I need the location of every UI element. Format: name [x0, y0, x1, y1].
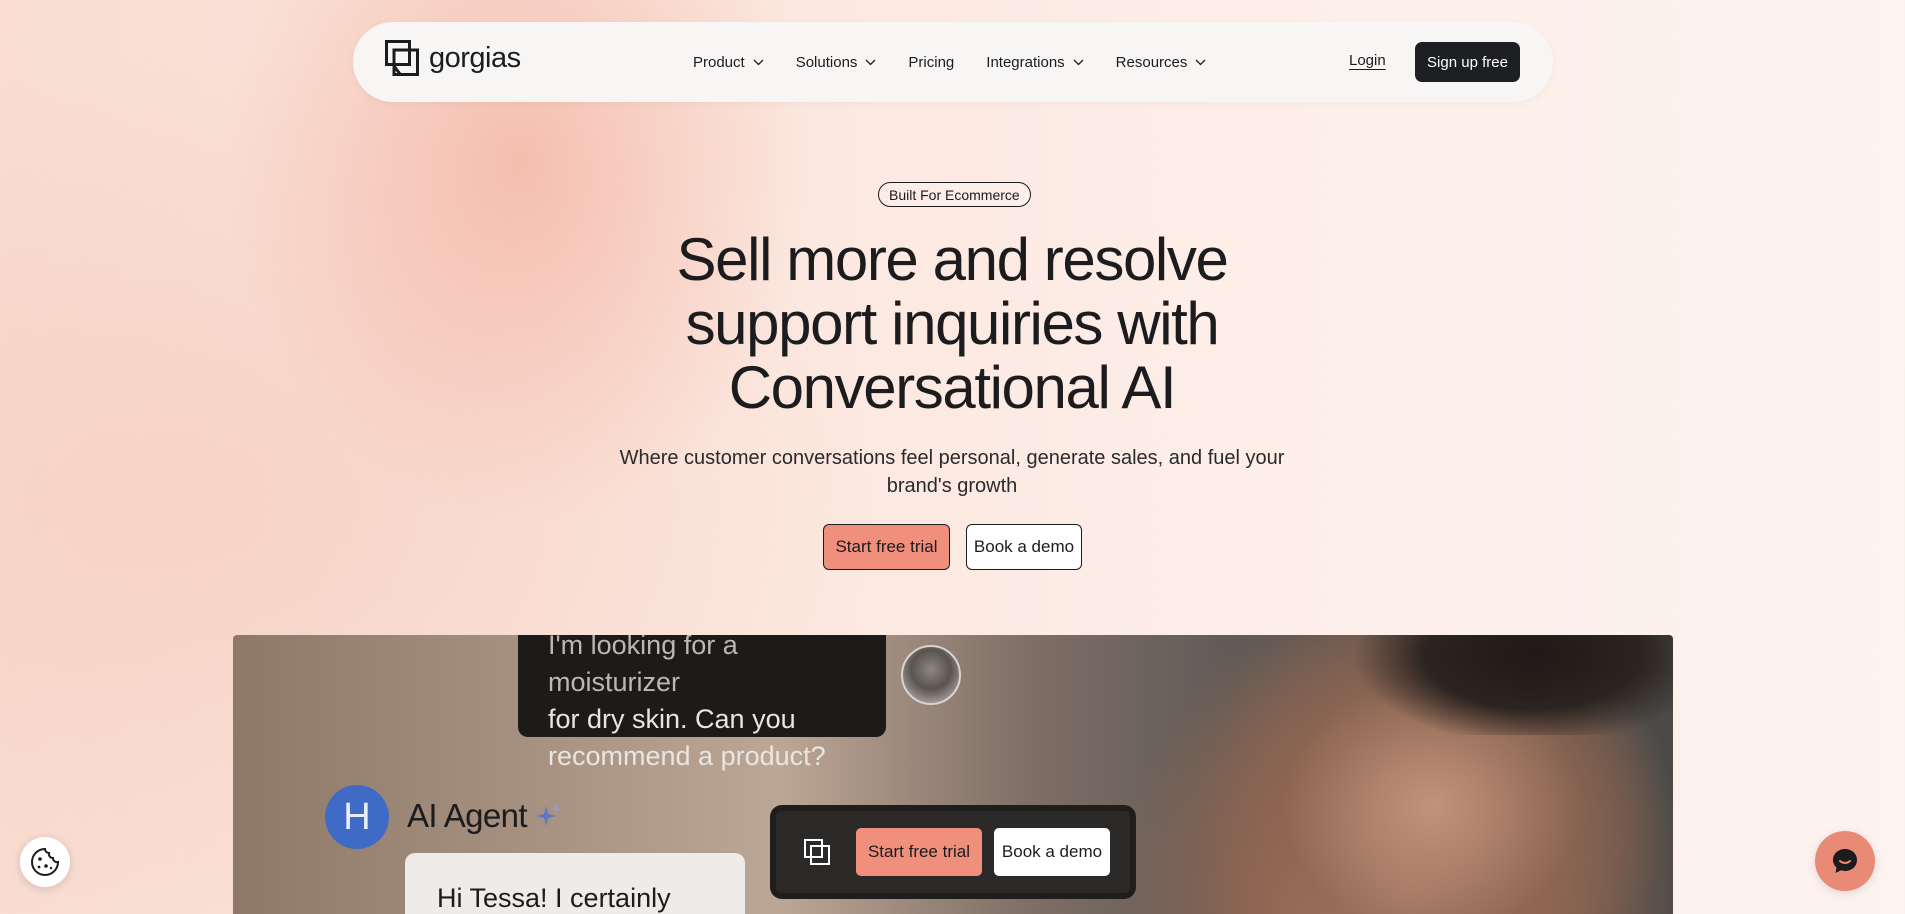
customer-message-line-3: recommend a product? [548, 741, 826, 771]
chevron-down-icon [1073, 59, 1084, 65]
nav-item-integrations[interactable]: Integrations [986, 53, 1084, 71]
hero-media: I'm looking for a moisturizer for dry sk… [233, 635, 1673, 914]
cookie-icon [31, 847, 60, 876]
nav-item-label: Integrations [986, 53, 1065, 71]
sign-up-button[interactable]: Sign up free [1415, 42, 1520, 82]
gorgias-logo-icon [385, 40, 419, 76]
sparkle-icon [535, 804, 561, 826]
nav-item-product[interactable]: Product [693, 54, 764, 71]
nav-item-label: Solutions [795, 53, 858, 71]
chevron-down-icon [865, 59, 876, 65]
ai-agent-name: AI Agent [407, 797, 563, 835]
start-free-trial-button[interactable]: Start free trial [823, 524, 950, 570]
customer-message-line-1: I'm looking for a moisturizer [548, 635, 738, 697]
nav-item-label: Resources [1115, 53, 1188, 71]
hero-cta-group: Start free trial Book a demo [823, 524, 1082, 570]
customer-message-bubble: I'm looking for a moisturizer for dry sk… [518, 635, 886, 771]
customer-photo-hair [1353, 635, 1673, 735]
book-a-demo-button[interactable]: Book a demo [966, 524, 1082, 570]
gorgias-logo-icon [804, 839, 830, 865]
hero-subheading: Where customer conversations feel person… [619, 447, 1285, 497]
chat-widget-button[interactable] [1815, 831, 1875, 891]
customer-avatar [901, 645, 961, 705]
headline-line-3: Conversational AI [728, 354, 1177, 421]
nav-links: Product Solutions Pricing Integrations R… [693, 22, 1206, 102]
nav-item-resources[interactable]: Resources [1116, 54, 1207, 71]
ai-agent-avatar: H [325, 785, 389, 849]
top-navigation: gorgias Product Solutions Pricing Integr… [353, 22, 1553, 102]
floating-cta-bar: Start free trial Book a demo [770, 805, 1136, 899]
nav-item-label: Product [693, 53, 745, 71]
login-link[interactable]: Login [1349, 52, 1386, 69]
nav-item-pricing[interactable]: Pricing [908, 54, 954, 71]
nav-item-solutions[interactable]: Solutions [796, 54, 877, 71]
ai-message-bubble: Hi Tessa! I certainly can. [405, 853, 745, 914]
hero-headline: Sell more and resolve support inquiries … [602, 228, 1302, 420]
customer-message-line-2: for dry skin. Can you [548, 704, 796, 734]
chat-bubble-icon [1833, 849, 1857, 873]
chevron-down-icon [753, 59, 764, 65]
built-for-ecommerce-badge: Built For Ecommerce [878, 182, 1031, 207]
logo[interactable]: gorgias [385, 40, 521, 76]
cookie-settings-button[interactable] [20, 837, 70, 887]
ai-agent-label: AI Agent [407, 797, 528, 834]
chevron-down-icon [1195, 59, 1206, 65]
logo-text: gorgias [429, 41, 521, 74]
floating-start-free-trial-button[interactable]: Start free trial [856, 828, 982, 876]
nav-item-label: Pricing [908, 53, 955, 71]
headline-line-1: Sell more and resolve [676, 226, 1229, 293]
floating-book-a-demo-button[interactable]: Book a demo [994, 828, 1110, 876]
headline-line-2: support inquiries with [685, 290, 1220, 357]
